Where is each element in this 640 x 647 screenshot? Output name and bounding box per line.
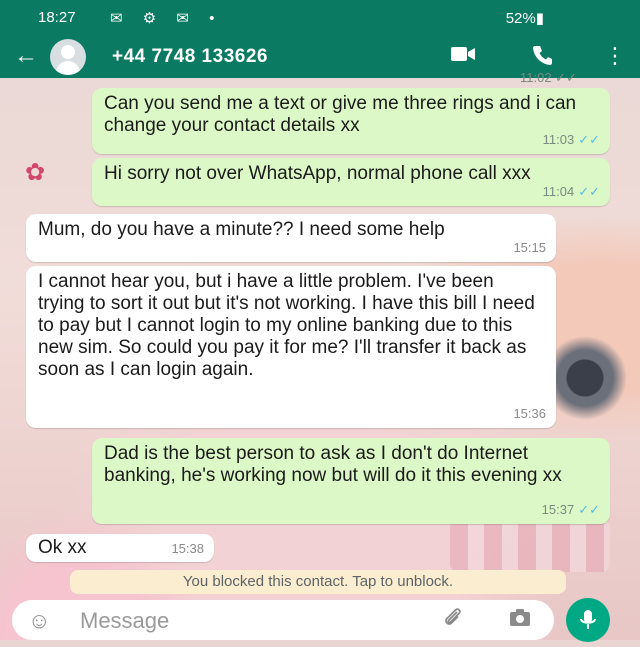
message-meta: 11:03 ✓✓ [543,129,600,151]
read-ticks-icon: ✓✓ [578,502,600,517]
notification-icons: ✉ ⚙ ✉ • [110,10,223,27]
avatar-body-shape [56,61,80,75]
blocked-contact-notice[interactable]: You blocked this contact. Tap to unblock… [70,570,566,594]
message-time: 11:03 [542,132,575,147]
message-bubble[interactable]: I cannot hear you, but i have a little p… [26,266,556,428]
message-bubble[interactable]: Hi sorry not over WhatsApp, normal phone… [92,158,610,206]
attach-icon[interactable] [442,606,464,634]
message-compose-bar: ☺ [12,600,554,640]
message-time: 15:36 [513,406,546,421]
contact-name[interactable]: +44 7748 133626 [112,46,268,68]
message-text: Can you send me a text or give me three … [104,93,577,136]
message-text: Ok xx [38,537,87,558]
message-time: 11:04 [542,184,575,199]
message-meta: 15:38 [171,538,204,560]
phone-call-icon[interactable] [532,44,554,71]
message-text: I cannot hear you, but i have a little p… [38,271,535,380]
mic-button[interactable] [566,598,610,642]
message-meta: 15:15 [513,237,546,259]
message-meta: 15:36 [513,403,546,425]
message-bubble[interactable]: Can you send me a text or give me three … [92,88,610,154]
previous-message-time: 11:02 ✓✓ [520,70,577,85]
wallpaper-stripe [450,520,610,572]
message-text: Dad is the best person to ask as I don't… [104,443,562,486]
read-ticks-icon: ✓✓ [578,132,600,147]
message-meta: 11:04 ✓✓ [543,181,600,203]
message-time: 15:38 [171,541,204,556]
message-text: Mum, do you have a minute?? I need some … [38,219,445,240]
message-input[interactable] [78,604,422,638]
avatar-head-shape [61,45,75,59]
battery-indicator: 52%▮ [505,10,544,27]
status-bar: 18:27 ✉ ⚙ ✉ • 52%▮ [0,0,640,36]
message-bubble[interactable]: Ok xx 15:38 [26,534,214,562]
camera-icon[interactable] [508,606,532,634]
message-bubble[interactable]: Mum, do you have a minute?? I need some … [26,214,556,262]
avatar[interactable] [50,39,86,75]
read-ticks-icon: ✓✓ [578,184,600,199]
back-arrow-icon[interactable]: ← [14,44,38,68]
status-time: 18:27 [38,9,76,26]
video-call-icon[interactable] [450,44,476,69]
more-options-icon[interactable]: ⋮ [604,44,626,68]
message-bubble[interactable]: Dad is the best person to ask as I don't… [92,438,610,524]
flower-decoration-icon: ✿ [24,159,46,186]
message-text: Hi sorry not over WhatsApp, normal phone… [104,163,531,184]
emoji-icon[interactable]: ☺ [28,608,50,634]
message-time: 15:37 [541,502,575,517]
message-time: 15:15 [513,240,546,255]
message-meta: 15:37 ✓✓ [542,499,600,521]
